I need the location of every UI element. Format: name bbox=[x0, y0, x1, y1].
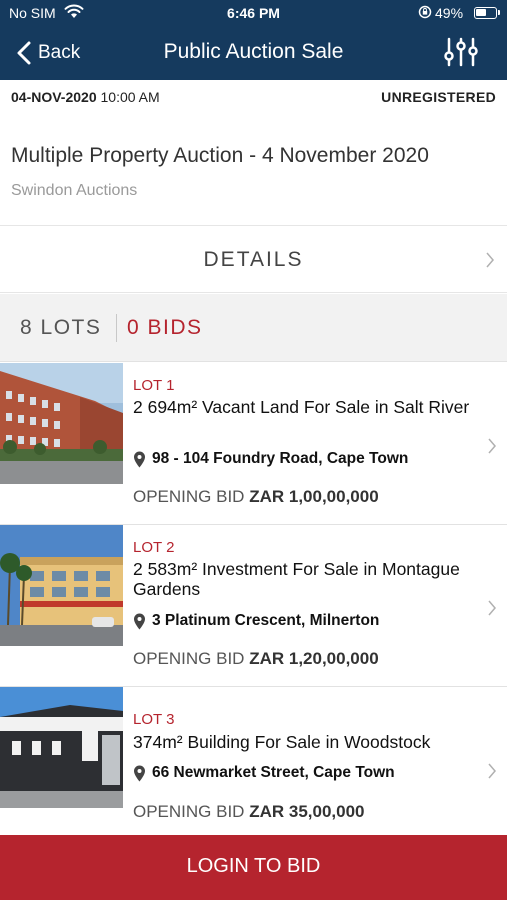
chevron-right-icon bbox=[488, 600, 496, 616]
page-title: Public Auction Sale bbox=[163, 40, 344, 63]
opening-bid-value: ZAR 1,20,00,000 bbox=[249, 649, 379, 668]
chevron-right-icon bbox=[488, 438, 496, 454]
chevron-right-icon bbox=[486, 252, 494, 268]
orientation-lock-icon bbox=[418, 5, 432, 19]
auction-time: 10:00 AM bbox=[100, 89, 160, 105]
opening-bid-value: ZAR 35,00,000 bbox=[249, 802, 365, 821]
battery-percent: 49% bbox=[435, 5, 464, 21]
details-label: DETAILS bbox=[203, 248, 304, 271]
lot-address: 98 - 104 Foundry Road, Cape Town bbox=[133, 450, 408, 468]
lot-photo bbox=[0, 525, 123, 646]
auction-title: Multiple Property Auction - 4 November 2… bbox=[11, 144, 429, 167]
lots-count[interactable]: 8 LOTS bbox=[20, 316, 101, 340]
counts-bar: 8 LOTS 0 BIDS bbox=[0, 294, 507, 362]
opening-bid-label: OPENING BID bbox=[133, 487, 245, 506]
lot-opening-bid: OPENING BID ZAR 1,00,00,000 bbox=[133, 487, 379, 507]
sliders-icon[interactable] bbox=[441, 36, 481, 68]
auction-date: 04-NOV-2020 bbox=[11, 89, 97, 105]
opening-bid-value: ZAR 1,00,00,000 bbox=[249, 487, 379, 506]
opening-bid-label: OPENING BID bbox=[133, 649, 245, 668]
lot-title: 2 694m² Vacant Land For Sale in Salt Riv… bbox=[133, 397, 470, 417]
top-bar: No SIM 6:46 PM 49% Back Public Auction S… bbox=[0, 0, 507, 80]
lot-title: 2 583m² Investment For Sale in Montague … bbox=[133, 559, 460, 599]
lot-card[interactable]: LOT 3 374m² Building For Sale in Woodsto… bbox=[0, 687, 507, 835]
auction-meta: 04-NOV-2020 10:00 AM UNREGISTERED bbox=[0, 80, 507, 114]
lot-address-text: 98 - 104 Foundry Road, Cape Town bbox=[152, 450, 409, 467]
map-pin-icon bbox=[134, 765, 145, 781]
lot-photo bbox=[0, 363, 123, 484]
lot-title: 374m² Building For Sale in Woodstock bbox=[133, 732, 431, 752]
bids-count[interactable]: 0 BIDS bbox=[127, 316, 203, 340]
lot-address: 66 Newmarket Street, Cape Town bbox=[133, 764, 395, 782]
lot-photo bbox=[0, 687, 123, 808]
lot-card[interactable]: LOT 2 2 583m² Investment For Sale in Mon… bbox=[0, 525, 507, 687]
lot-opening-bid: OPENING BID ZAR 1,20,00,000 bbox=[133, 649, 379, 669]
opening-bid-label: OPENING BID bbox=[133, 802, 245, 821]
lot-opening-bid: OPENING BID ZAR 35,00,000 bbox=[133, 802, 365, 822]
map-pin-icon bbox=[134, 451, 145, 467]
lot-address-text: 66 Newmarket Street, Cape Town bbox=[152, 764, 395, 781]
chevron-right-icon bbox=[488, 763, 496, 779]
status-bar: No SIM 6:46 PM 49% bbox=[0, 0, 507, 28]
login-to-bid-button[interactable]: LOGIN TO BID bbox=[0, 835, 507, 900]
lot-number: LOT 1 bbox=[133, 377, 175, 394]
registration-status: UNREGISTERED bbox=[381, 89, 496, 105]
map-pin-icon bbox=[134, 613, 145, 629]
battery-tip bbox=[498, 10, 500, 15]
lot-address: 3 Platinum Crescent, Milnerton bbox=[133, 612, 379, 630]
auctioneer-name: Swindon Auctions bbox=[11, 182, 138, 199]
auction-datetime: 04-NOV-2020 10:00 AM bbox=[11, 89, 160, 105]
lot-number: LOT 3 bbox=[133, 711, 175, 728]
divider bbox=[116, 314, 117, 342]
lot-card[interactable]: LOT 1 2 694m² Vacant Land For Sale in Sa… bbox=[0, 363, 507, 525]
lot-number: LOT 2 bbox=[133, 539, 175, 556]
lot-address-text: 3 Platinum Crescent, Milnerton bbox=[152, 612, 380, 629]
details-row[interactable]: DETAILS bbox=[0, 225, 507, 293]
battery-icon bbox=[474, 7, 497, 19]
